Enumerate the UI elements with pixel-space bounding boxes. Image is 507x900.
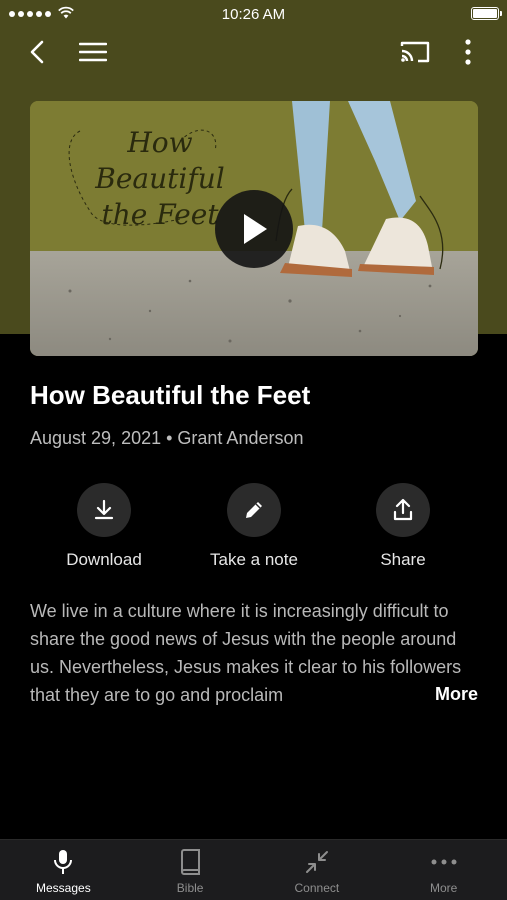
- play-icon: [244, 214, 267, 244]
- message-meta: August 29, 2021 • Grant Anderson: [30, 428, 304, 448]
- tab-bar: Messages Bible Connect More: [0, 839, 507, 900]
- connect-icon: [305, 851, 328, 873]
- tab-messages[interactable]: Messages: [0, 840, 127, 900]
- message-artwork[interactable]: How Beautiful the Feet: [30, 101, 478, 356]
- take-note-button[interactable]: Take a note: [184, 483, 324, 570]
- message-title: How Beautiful the Feet: [30, 380, 311, 410]
- play-button[interactable]: [215, 190, 293, 268]
- battery-icon: [471, 7, 502, 20]
- menu-button[interactable]: [75, 34, 111, 70]
- more-link[interactable]: More: [408, 684, 478, 705]
- back-button[interactable]: [20, 34, 56, 70]
- tab-label-bible: Bible: [176, 881, 204, 895]
- share-icon: [393, 498, 413, 521]
- status-bar: 10:26 AM: [0, 0, 507, 28]
- cast-button[interactable]: [397, 34, 433, 70]
- tab-label-connect: Connect: [294, 881, 340, 895]
- download-icon: [94, 499, 114, 520]
- share-button[interactable]: Share: [333, 483, 473, 570]
- tab-more[interactable]: More: [380, 840, 507, 900]
- tab-bible[interactable]: Bible: [127, 840, 254, 900]
- chevron-left-icon: [30, 40, 44, 64]
- book-icon: [181, 849, 201, 875]
- microphone-icon: [54, 850, 73, 874]
- cast-icon: [400, 41, 430, 63]
- pencil-icon: [246, 502, 262, 518]
- download-button[interactable]: Download: [34, 483, 174, 570]
- share-label: Share: [380, 550, 426, 569]
- tab-label-messages: Messages: [36, 881, 91, 895]
- more-vertical-icon: [465, 39, 471, 65]
- take-note-label: Take a note: [210, 550, 298, 569]
- more-horizontal-icon: [431, 859, 457, 865]
- download-label: Download: [66, 550, 142, 569]
- status-time: 10:26 AM: [221, 6, 286, 23]
- hamburger-icon: [79, 42, 107, 62]
- tab-label-more: More: [429, 881, 458, 895]
- tab-connect[interactable]: Connect: [254, 840, 381, 900]
- overflow-menu-button[interactable]: [450, 34, 486, 70]
